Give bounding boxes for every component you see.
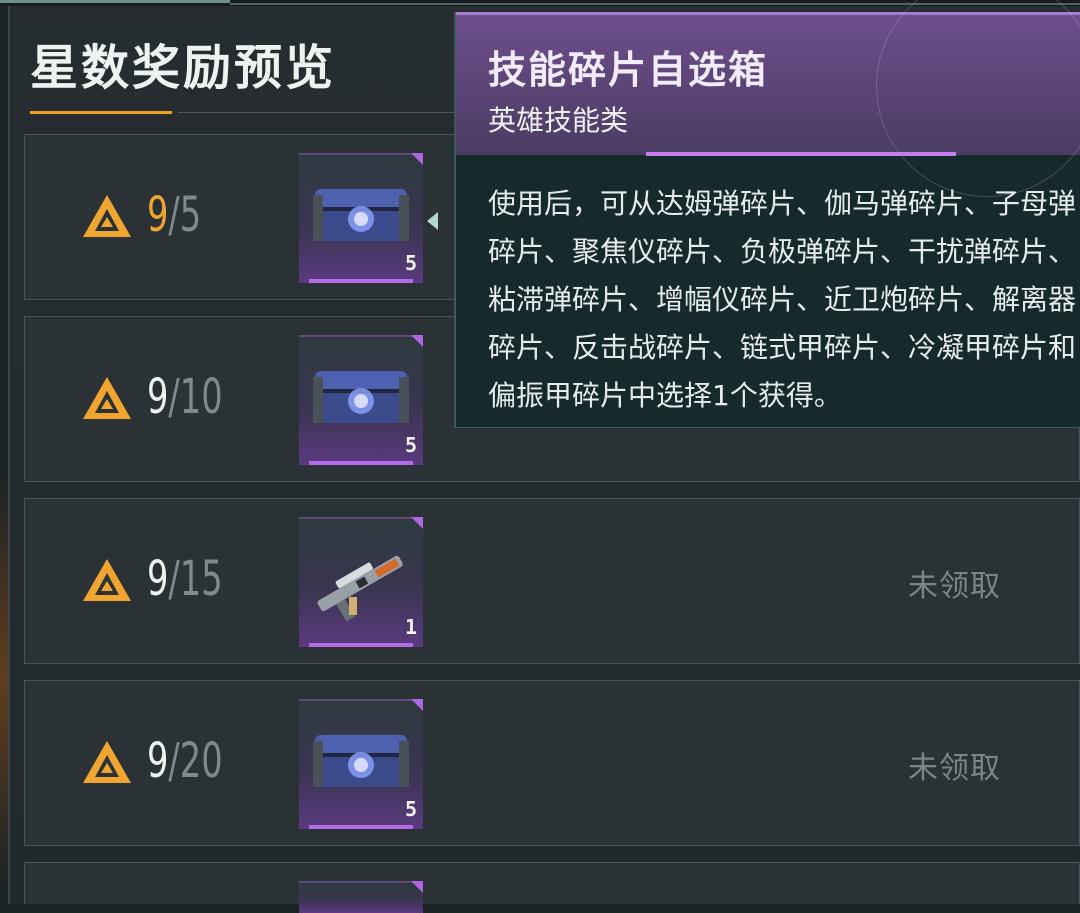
current-stars: 9 — [147, 551, 169, 607]
item-rarity-bar — [309, 279, 413, 283]
panel-title: 星数奖励预览 — [30, 40, 337, 96]
item-corner-mark — [411, 699, 423, 711]
progress-separator: / — [168, 551, 180, 607]
chest-icon — [313, 371, 409, 423]
reward-row-partial[interactable] — [24, 862, 1080, 913]
item-corner-mark — [411, 881, 423, 893]
progress-separator: / — [168, 187, 180, 243]
claim-status[interactable]: 未领取 — [908, 743, 1001, 787]
reward-item[interactable]: 5 — [299, 335, 423, 465]
star-progress: 9/5 — [147, 187, 201, 243]
chest-icon — [313, 735, 409, 787]
goal-stars: 20 — [179, 733, 223, 789]
item-count: 5 — [404, 433, 417, 457]
rifle-icon — [317, 555, 403, 621]
title-underline-accent — [30, 111, 172, 114]
progress-separator: / — [168, 369, 180, 425]
reward-row[interactable]: 9/15 1 未领取 — [24, 498, 1080, 664]
reward-row[interactable]: 9/20 5 未领取 — [24, 680, 1080, 846]
star-progress: 9/20 — [147, 733, 223, 789]
title-underline — [178, 112, 478, 113]
star-progress: 9/15 — [147, 551, 223, 607]
star-icon — [83, 377, 131, 419]
item-rarity-bar — [309, 825, 413, 829]
reward-item[interactable]: 5 — [299, 699, 423, 829]
tooltip-pointer — [427, 212, 438, 230]
item-corner-mark — [411, 517, 423, 529]
goal-stars: 5 — [179, 187, 202, 243]
current-stars: 9 — [147, 187, 169, 243]
item-count: 1 — [404, 615, 417, 639]
tooltip-header: 技能碎片自选箱 英雄技能类 — [456, 0, 1080, 197]
goal-stars: 15 — [179, 551, 223, 607]
tooltip-title: 技能碎片自选箱 — [488, 48, 769, 92]
goal-stars: 10 — [179, 369, 223, 425]
item-count: 5 — [404, 797, 417, 821]
star-icon — [83, 195, 131, 237]
reward-item[interactable]: 1 — [299, 517, 423, 647]
star-progress: 9/10 — [147, 369, 223, 425]
star-icon — [83, 741, 131, 783]
tooltip-header-glow — [646, 152, 956, 156]
tooltip-header-decoration — [876, 0, 1080, 197]
item-rarity-bar — [309, 643, 413, 647]
item-corner-mark — [411, 335, 423, 347]
item-tooltip: 技能碎片自选箱 英雄技能类 使用后，可从达姆弹碎片、伽马弹碎片、子母弹碎片、聚焦… — [454, 0, 1080, 428]
claim-status[interactable]: 未领取 — [908, 561, 1001, 605]
chest-icon — [313, 189, 409, 241]
current-stars: 9 — [147, 733, 169, 789]
current-stars: 9 — [147, 369, 169, 425]
tooltip-description: 使用后，可从达姆弹碎片、伽马弹碎片、子母弹碎片、聚焦仪碎片、负极弹碎片、干扰弹碎… — [488, 187, 1077, 412]
tooltip-subtitle: 英雄技能类 — [488, 104, 629, 137]
progress-separator: / — [168, 733, 180, 789]
item-corner-mark — [411, 153, 423, 165]
reward-item[interactable] — [299, 881, 423, 913]
star-icon — [83, 559, 131, 601]
top-frame-accent — [0, 0, 230, 3]
item-count: 5 — [404, 251, 417, 275]
item-rarity-bar — [309, 461, 413, 465]
reward-item[interactable]: 5 — [299, 153, 423, 283]
